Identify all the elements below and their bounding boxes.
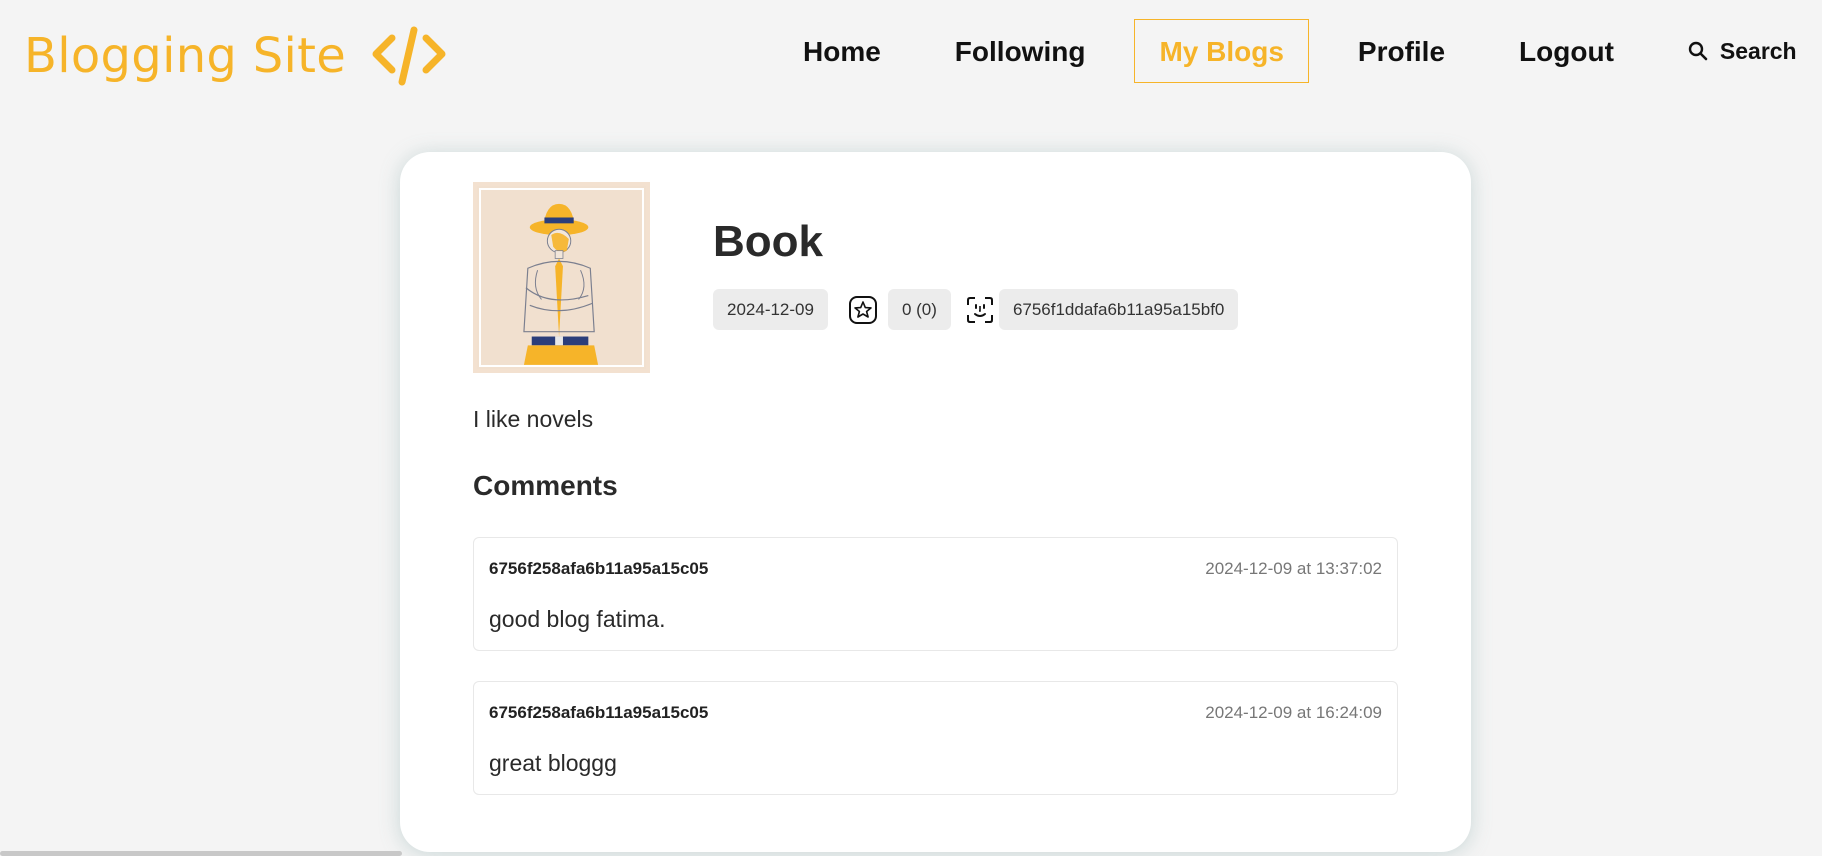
blog-rating: 0 (0) <box>887 289 951 330</box>
blog-card: Book 2024-12-09 0 (0) 6756f1ddafa6b11a95… <box>400 152 1471 852</box>
brand-name: Blogging Site <box>24 28 347 84</box>
nav-search[interactable]: Search <box>1679 19 1798 83</box>
blog-thumbnail <box>473 182 650 373</box>
main-nav: Home Following My Blogs Profile Logout S… <box>778 19 1798 83</box>
nav-logout[interactable]: Logout <box>1494 19 1639 83</box>
nav-following[interactable]: Following <box>930 19 1111 83</box>
scrollbar-thumb[interactable] <box>0 851 402 856</box>
face-scan-icon <box>966 296 993 323</box>
code-brackets-icon <box>372 26 446 86</box>
man-with-hat-illustration <box>481 190 642 365</box>
page: Blogging Site Home Following My Blogs Pr… <box>0 0 1822 856</box>
horizontal-scrollbar[interactable] <box>0 850 1822 856</box>
comment-item: 6756f258afa6b11a95a15c05 2024-12-09 at 1… <box>473 537 1398 651</box>
nav-my-blogs[interactable]: My Blogs <box>1134 19 1309 83</box>
nav-search-label: Search <box>1719 38 1797 64</box>
comment-text: good blog fatima. <box>489 606 666 632</box>
comment-timestamp: 2024-12-09 at 16:24:09 <box>1205 703 1382 722</box>
blog-description: I like novels <box>473 406 594 432</box>
blog-date: 2024-12-09 <box>713 289 828 330</box>
comment-author: 6756f258afa6b11a95a15c05 <box>489 703 709 722</box>
brand-logo-link[interactable]: Blogging Site <box>24 24 446 88</box>
top-header: Blogging Site Home Following My Blogs Pr… <box>0 0 1822 108</box>
blog-title: Book <box>713 217 823 266</box>
blog-meta: 2024-12-09 0 (0) 6756f1ddafa6b11a95a15bf… <box>713 289 1239 330</box>
comment-author: 6756f258afa6b11a95a15c05 <box>489 559 709 578</box>
nav-home[interactable]: Home <box>778 19 906 83</box>
blog-author-id: 6756f1ddafa6b11a95a15bf0 <box>998 289 1239 330</box>
comment-text: great bloggg <box>489 750 617 776</box>
comments-heading: Comments <box>473 470 618 501</box>
star-icon[interactable] <box>848 295 878 325</box>
comment-item: 6756f258afa6b11a95a15c05 2024-12-09 at 1… <box>473 681 1398 795</box>
search-icon <box>1688 41 1708 61</box>
nav-profile[interactable]: Profile <box>1333 19 1470 83</box>
comment-timestamp: 2024-12-09 at 13:37:02 <box>1205 559 1382 578</box>
